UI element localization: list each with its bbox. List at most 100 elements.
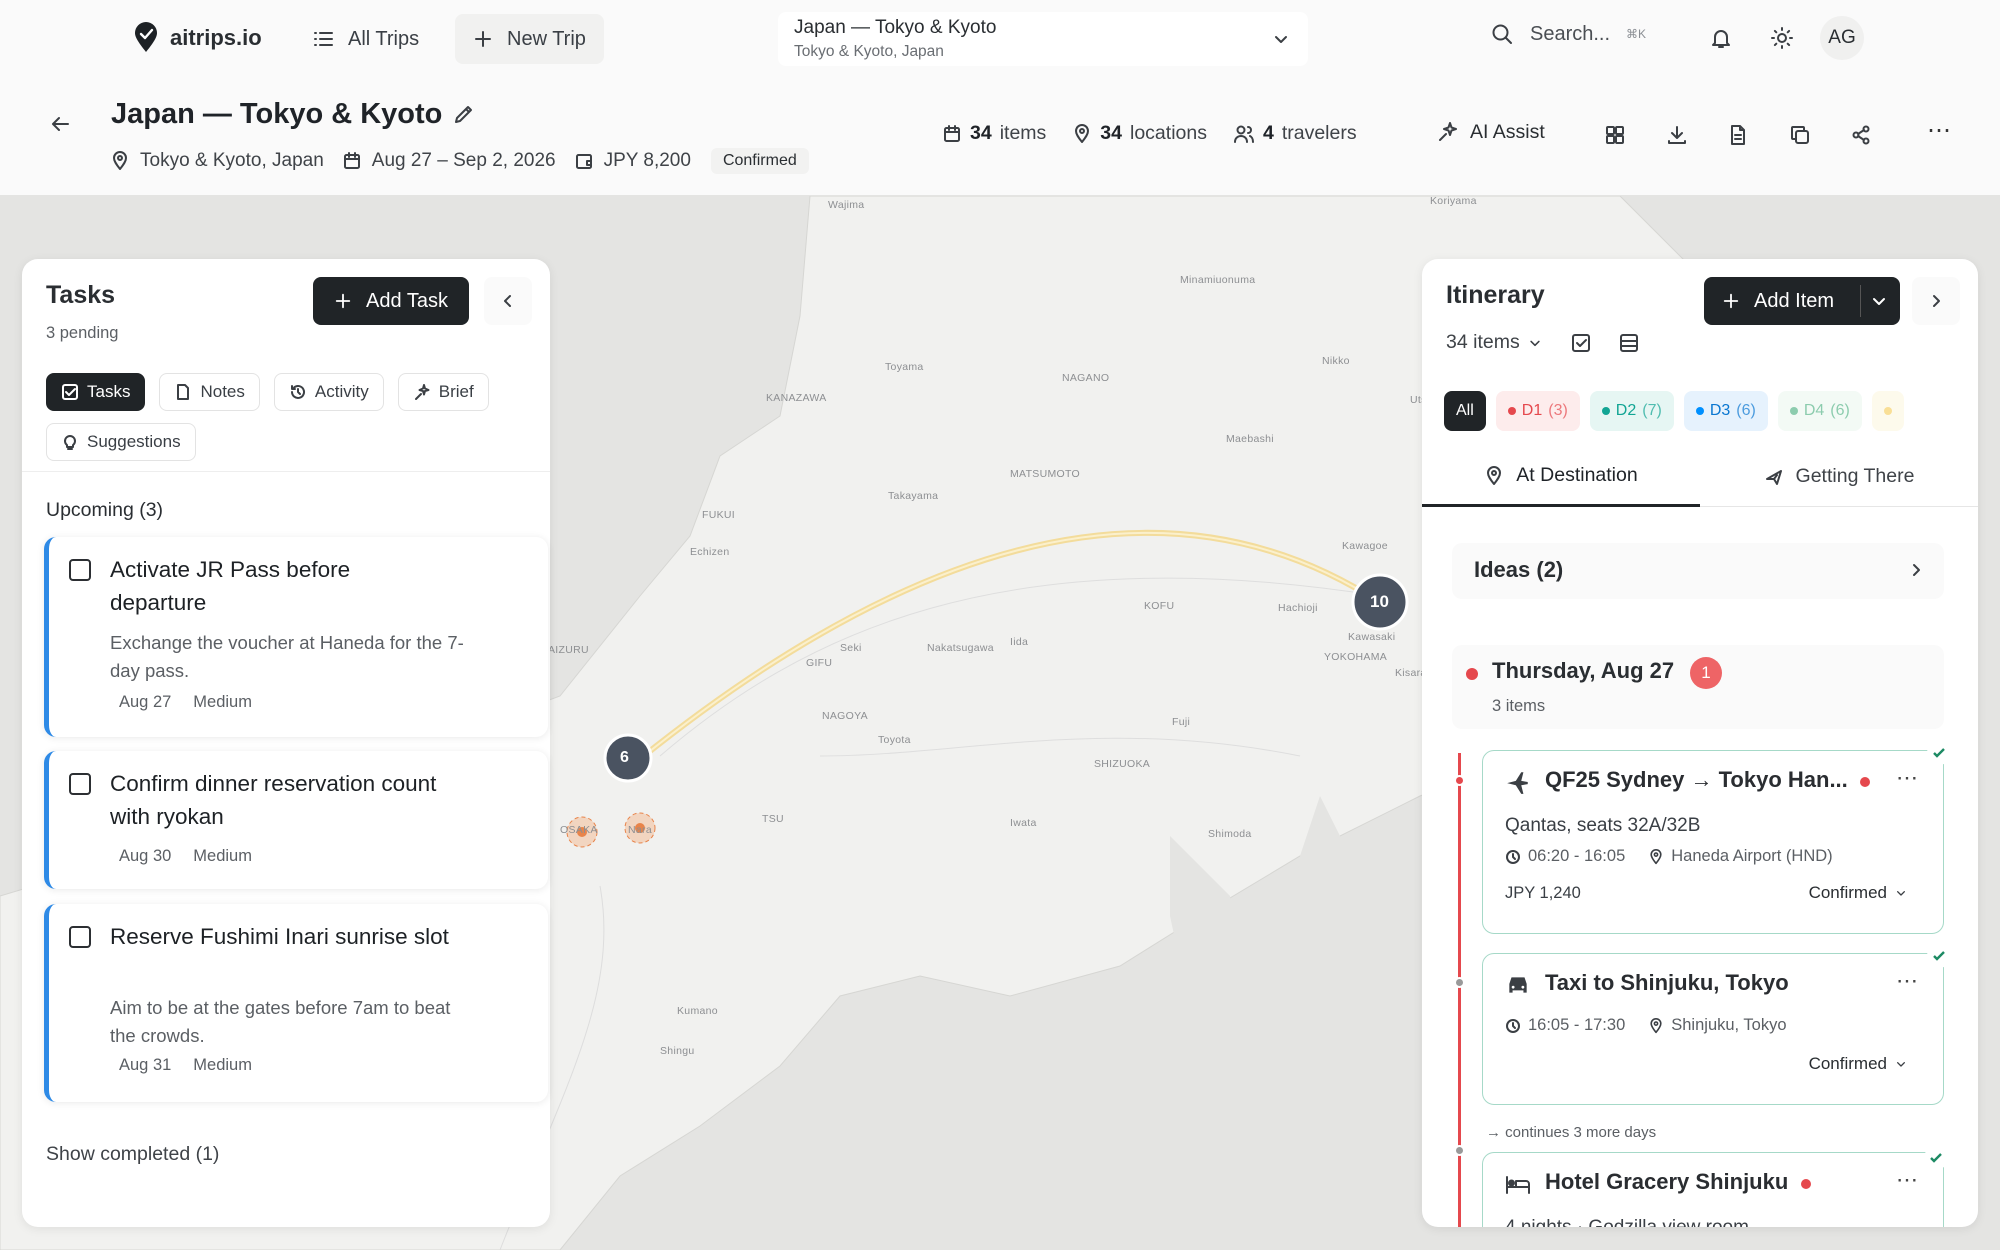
table-view-icon[interactable] bbox=[1618, 332, 1640, 354]
day-tab-count: (6) bbox=[1830, 402, 1850, 419]
trip-status-badge[interactable]: Confirmed bbox=[710, 148, 809, 174]
document-icon[interactable] bbox=[1727, 124, 1749, 146]
tab-getting-there[interactable]: Getting There bbox=[1700, 447, 1978, 507]
chevron-down-icon[interactable] bbox=[1870, 292, 1888, 310]
sparkle-icon bbox=[413, 383, 431, 401]
tab-label: Notes bbox=[200, 382, 245, 401]
tab-tasks[interactable]: Tasks bbox=[46, 373, 146, 411]
map-label: Wajima bbox=[828, 199, 865, 211]
checklist-icon[interactable] bbox=[1570, 332, 1592, 354]
plus-icon bbox=[1722, 292, 1740, 310]
day-tab-count: (6) bbox=[1736, 402, 1756, 419]
task-card[interactable]: Confirm dinner reservation count with ry… bbox=[44, 751, 548, 889]
task-card[interactable]: Activate JR Pass before departure Exchan… bbox=[44, 537, 548, 737]
tab-brief[interactable]: Brief bbox=[397, 373, 489, 411]
day-header[interactable]: Thursday, Aug 27 1 3 items bbox=[1452, 645, 1944, 729]
map-cluster-tokyo[interactable]: 10 bbox=[1370, 592, 1389, 612]
task-description: Exchange the voucher at Haneda for the 7… bbox=[110, 632, 464, 681]
download-icon[interactable] bbox=[1666, 124, 1688, 146]
card-place: Haneda Airport (HND) bbox=[1671, 847, 1833, 865]
card-time: 06:20 - 16:05 bbox=[1528, 847, 1626, 865]
more-options-icon[interactable]: ⋯ bbox=[1896, 1167, 1919, 1193]
tab-at-destination[interactable]: At Destination bbox=[1422, 447, 1700, 507]
ai-assist-label: AI Assist bbox=[1470, 120, 1545, 143]
search-shortcut: ⌘K bbox=[1626, 27, 1647, 41]
check-icon bbox=[1924, 1146, 1948, 1170]
card-status-dropdown[interactable]: Confirmed bbox=[1809, 883, 1907, 903]
itinerary-card-flight[interactable]: QF25 Sydney → Tokyo Han... ⋯ Qantas, sea… bbox=[1482, 741, 1951, 934]
check-icon bbox=[1927, 741, 1951, 765]
ideas-label: Ideas (2) bbox=[1474, 557, 1564, 582]
items-count-dropdown[interactable]: 34 items bbox=[1446, 331, 1542, 354]
tab-suggestions[interactable]: Suggestions bbox=[46, 423, 196, 461]
copy-icon[interactable] bbox=[1789, 124, 1811, 146]
show-completed-toggle[interactable]: Show completed (1) bbox=[46, 1143, 219, 1166]
day-tab-all[interactable]: All bbox=[1444, 391, 1486, 431]
task-checkbox[interactable] bbox=[69, 926, 91, 948]
search-placeholder: Search... bbox=[1530, 22, 1611, 45]
day-tab-label: D3 bbox=[1709, 402, 1731, 419]
map-label: Toyama bbox=[885, 361, 924, 373]
all-trips-button[interactable]: All Trips bbox=[312, 14, 419, 64]
day-tab-more[interactable] bbox=[1871, 391, 1904, 431]
task-card[interactable]: Reserve Fushimi Inari sunrise slot Aim t… bbox=[44, 904, 548, 1102]
ideas-row[interactable]: Ideas (2) bbox=[1452, 543, 1944, 599]
map-label: Kawasaki bbox=[1348, 631, 1396, 643]
add-item-label: Add Item bbox=[1754, 289, 1835, 312]
itinerary-card-hotel[interactable]: Hotel Gracery Shinjuku ⋯ 4 nights · Godz… bbox=[1482, 1152, 1944, 1227]
travelers-label: travelers bbox=[1281, 122, 1357, 144]
day-tab-d4[interactable]: D4 (6) bbox=[1777, 391, 1862, 431]
day-tab-d2[interactable]: D2 (7) bbox=[1589, 391, 1674, 431]
trip-selector-dropdown[interactable]: Japan — Tokyo & Kyoto Tokyo & Kyoto, Jap… bbox=[778, 12, 1308, 66]
card-status: Confirmed bbox=[1808, 883, 1887, 902]
tab-label: Getting There bbox=[1795, 465, 1915, 487]
map-label: TSU bbox=[762, 813, 784, 825]
new-trip-button[interactable]: New Trip bbox=[455, 14, 604, 64]
bell-icon[interactable] bbox=[1709, 26, 1733, 50]
clock-icon bbox=[1505, 1018, 1521, 1034]
share-icon[interactable] bbox=[1850, 124, 1872, 146]
more-options-icon[interactable]: ⋯ bbox=[1927, 116, 1952, 145]
task-priority: Medium bbox=[193, 1056, 252, 1074]
task-checkbox[interactable] bbox=[69, 559, 91, 581]
ai-assist-button[interactable]: AI Assist bbox=[1436, 120, 1545, 144]
tab-label: At Destination bbox=[1516, 464, 1638, 486]
map-label: Kawagoe bbox=[1342, 540, 1388, 552]
brand-logo[interactable]: aitrips.io bbox=[132, 22, 262, 54]
day-tab-d1[interactable]: D1 (3) bbox=[1495, 391, 1580, 431]
map-label: KOFU bbox=[1144, 600, 1175, 612]
add-item-button[interactable]: Add Item bbox=[1704, 277, 1900, 325]
collapse-tasks-button[interactable] bbox=[484, 277, 532, 325]
add-task-button[interactable]: Add Task bbox=[313, 277, 469, 325]
back-arrow-icon[interactable] bbox=[48, 112, 72, 136]
edit-pencil-icon[interactable] bbox=[452, 102, 476, 126]
map-label: KANAZAWA bbox=[766, 392, 827, 404]
search-icon bbox=[1490, 22, 1514, 46]
map-label: SHIZUOKA bbox=[1094, 758, 1151, 770]
itinerary-card-taxi[interactable]: Taxi to Shinjuku, Tokyo ⋯ 16:05 - 17:30 … bbox=[1482, 944, 1951, 1105]
day-filter-tabs: All D1 (3) D2 (7) D3 (6) D4 (6) bbox=[1444, 391, 1904, 431]
more-options-icon[interactable]: ⋯ bbox=[1896, 968, 1919, 994]
tab-activity[interactable]: Activity bbox=[273, 373, 384, 411]
lightbulb-icon bbox=[61, 433, 79, 451]
card-subtitle: 4 nights · Godzilla view room bbox=[1505, 1217, 1749, 1227]
map-label: Seki bbox=[840, 642, 862, 654]
search-box[interactable]: Search... ⌘K bbox=[1490, 22, 1646, 46]
task-checkbox[interactable] bbox=[69, 773, 91, 795]
sun-theme-icon[interactable] bbox=[1770, 26, 1794, 50]
user-avatar[interactable]: AG bbox=[1820, 16, 1864, 60]
card-status-dropdown[interactable]: Confirmed bbox=[1809, 1054, 1907, 1074]
map-cluster-kyoto[interactable]: 6 bbox=[620, 749, 629, 767]
day-tab-label: D4 bbox=[1803, 402, 1825, 419]
task-date: Aug 31 bbox=[119, 1056, 172, 1074]
more-options-icon[interactable]: ⋯ bbox=[1896, 765, 1919, 791]
collapse-itinerary-button[interactable] bbox=[1912, 277, 1960, 325]
trip-budget: JPY 8,200 bbox=[603, 150, 691, 171]
plus-icon bbox=[473, 29, 493, 49]
travelers-count: 4 bbox=[1262, 122, 1274, 144]
tab-notes[interactable]: Notes bbox=[159, 373, 260, 411]
map-label: Nara bbox=[628, 824, 652, 836]
day-tab-d3[interactable]: D3 (6) bbox=[1683, 391, 1768, 431]
grid-view-icon[interactable] bbox=[1604, 124, 1626, 146]
trip-location: Tokyo & Kyoto, Japan bbox=[140, 150, 324, 171]
